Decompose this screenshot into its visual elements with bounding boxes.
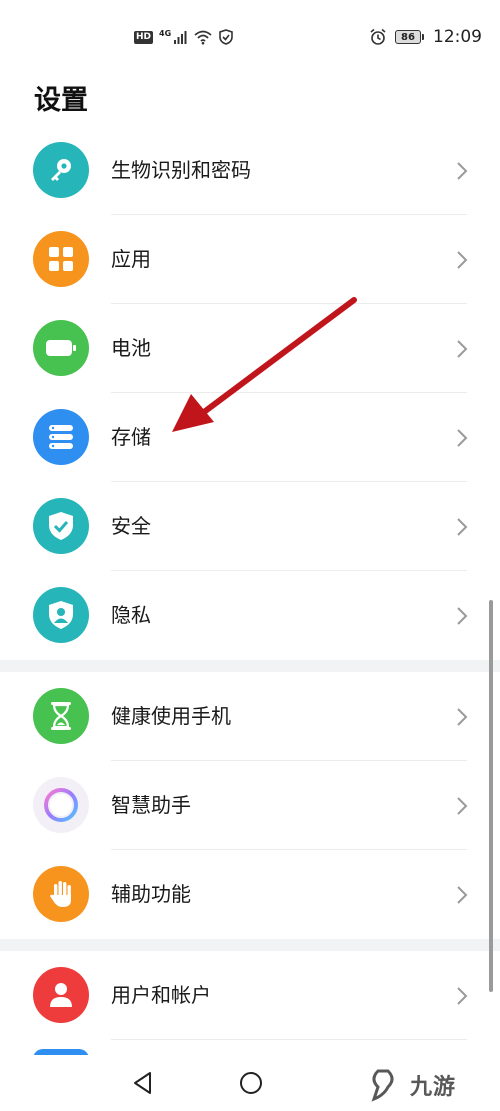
chevron-right-icon <box>457 518 468 536</box>
watermark: 九游 <box>366 1062 496 1108</box>
status-right: 86 12:09 <box>369 25 482 49</box>
user-icon <box>33 967 89 1023</box>
chevron-right-icon <box>457 162 468 180</box>
shield-check-icon <box>33 498 89 554</box>
battery-indicator: 86 <box>395 30 424 44</box>
chevron-right-icon <box>457 886 468 904</box>
group-separator <box>0 939 500 951</box>
network-type: 4G <box>159 28 172 38</box>
privacy-shield-icon <box>33 587 89 643</box>
vpn-shield-icon <box>219 29 233 45</box>
status-time: 12:09 <box>433 27 482 47</box>
settings-item-label: 生物识别和密码 <box>111 158 251 182</box>
apps-grid-icon <box>33 231 89 287</box>
chevron-right-icon <box>457 797 468 815</box>
settings-group-3: 用户和帐户 <box>0 951 500 1040</box>
back-triangle-icon[interactable] <box>130 1070 156 1096</box>
chevron-right-icon <box>457 429 468 447</box>
page-title: 设置 <box>34 85 88 116</box>
settings-item-battery[interactable]: 电池 <box>0 304 500 393</box>
settings-item-biometrics[interactable]: 生物识别和密码 <box>0 126 500 215</box>
settings-group-1: 生物识别和密码 应用 电池 存储 安全 隐私 <box>0 126 500 660</box>
settings-item-label: 辅助功能 <box>111 882 191 906</box>
settings-group-2: 健康使用手机 智慧助手 辅助功能 <box>0 672 500 939</box>
signal-icon <box>174 31 187 44</box>
key-icon <box>33 142 89 198</box>
chevron-right-icon <box>457 607 468 625</box>
settings-item-label: 安全 <box>111 514 151 538</box>
divider <box>111 1039 467 1040</box>
settings-item-label: 智慧助手 <box>111 793 191 817</box>
settings-item-label: 用户和帐户 <box>111 983 211 1007</box>
alarm-icon <box>370 28 386 45</box>
status-left: HD 4G <box>134 27 233 47</box>
wifi-icon <box>194 30 212 45</box>
home-circle-icon[interactable] <box>238 1070 264 1096</box>
settings-item-label: 健康使用手机 <box>111 704 231 728</box>
settings-item-label: 存储 <box>111 425 151 449</box>
chevron-right-icon <box>457 987 468 1005</box>
settings-item-label: 应用 <box>111 247 151 271</box>
settings-list: 生物识别和密码 应用 电池 存储 安全 隐私 健康使用手机 智慧助手 辅助功能 … <box>0 126 500 1040</box>
settings-item-accessibility[interactable]: 辅助功能 <box>0 850 500 939</box>
hand-icon <box>33 866 89 922</box>
settings-item-smart-assistant[interactable]: 智慧助手 <box>0 761 500 850</box>
settings-item-label: 电池 <box>111 336 151 360</box>
battery-icon <box>33 320 89 376</box>
settings-item-storage[interactable]: 存储 <box>0 393 500 482</box>
storage-icon <box>33 409 89 465</box>
settings-item-label: 隐私 <box>111 603 151 627</box>
watermark-logo-icon <box>371 1069 394 1102</box>
chevron-right-icon <box>457 708 468 726</box>
scrollbar[interactable] <box>489 600 493 992</box>
hourglass-icon <box>33 688 89 744</box>
hd-badge: HD <box>134 30 154 44</box>
settings-item-users-accounts[interactable]: 用户和帐户 <box>0 951 500 1040</box>
chevron-right-icon <box>457 340 468 358</box>
settings-item-privacy[interactable]: 隐私 <box>0 571 500 660</box>
status-bar: HD 4G 86 12:09 <box>0 0 500 72</box>
settings-item-digital-balance[interactable]: 健康使用手机 <box>0 672 500 761</box>
watermark-text: 九游 <box>410 1075 457 1100</box>
settings-item-security[interactable]: 安全 <box>0 482 500 571</box>
chevron-right-icon <box>457 251 468 269</box>
group-separator <box>0 660 500 672</box>
settings-item-apps[interactable]: 应用 <box>0 215 500 304</box>
assistant-orb-icon <box>33 777 89 833</box>
